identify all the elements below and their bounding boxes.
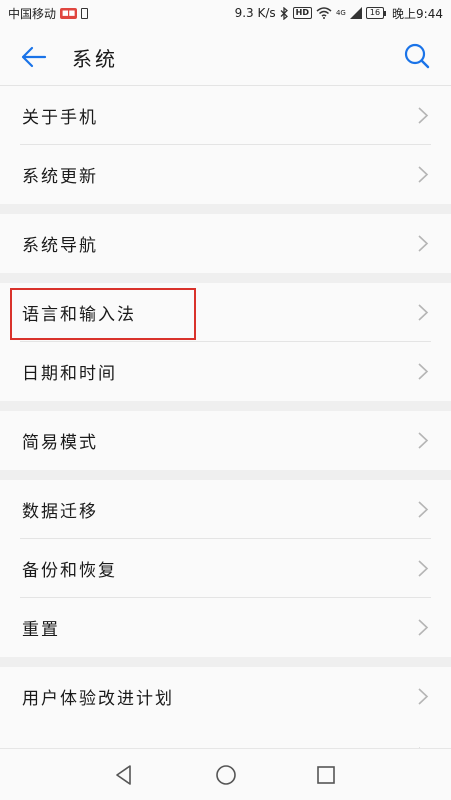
setting-simple-mode[interactable]: 简易模式 <box>0 411 451 470</box>
setting-date-time[interactable]: 日期和时间 <box>0 342 451 401</box>
wifi-icon <box>316 7 332 19</box>
section-divider <box>0 657 451 667</box>
chevron-right-icon <box>418 501 429 518</box>
setting-label: 备份和恢复 <box>22 561 117 581</box>
status-left: 中国移动 ■■ <box>8 5 89 22</box>
square-recents-icon[interactable] <box>312 761 340 789</box>
setting-label: 语言和输入法 <box>22 305 136 325</box>
setting-reset[interactable]: 重置 <box>0 598 451 657</box>
setting-user-experience[interactable]: 用户体验改进计划 <box>0 667 451 726</box>
setting-label: 系统更新 <box>22 167 98 187</box>
search-icon[interactable] <box>403 42 431 70</box>
settings-list: 关于手机 系统更新 系统导航 语言和输入法 日期和时间 简易模式 数据迁移 备份… <box>0 86 451 785</box>
setting-label: 关于手机 <box>22 108 98 128</box>
setting-label: 重置 <box>22 620 60 640</box>
section-divider <box>0 470 451 480</box>
setting-label: 系统导航 <box>22 236 98 256</box>
page-title: 系统 <box>72 47 118 71</box>
chevron-right-icon <box>418 560 429 577</box>
carrier-label: 中国移动 <box>8 6 57 21</box>
triangle-back-icon[interactable] <box>110 761 138 789</box>
circle-home-icon[interactable] <box>212 761 240 789</box>
navigation-bar <box>0 748 451 800</box>
chevron-right-icon <box>418 166 429 183</box>
setting-about-phone[interactable]: 关于手机 <box>0 86 451 145</box>
hd-icon: HD <box>292 7 312 19</box>
chevron-right-icon <box>418 619 429 636</box>
setting-label: 简易模式 <box>22 433 98 453</box>
chevron-right-icon <box>418 107 429 124</box>
notification-badge-icon: ■■ <box>60 7 78 19</box>
setting-data-migration[interactable]: 数据迁移 <box>0 480 451 539</box>
status-right: 9.3 K/s HD 4G 16 晚上9:44 <box>235 5 443 22</box>
bluetooth-icon <box>280 6 288 20</box>
section-divider <box>0 401 451 411</box>
clock: 晚上9:44 <box>392 6 443 21</box>
setting-backup-restore[interactable]: 备份和恢复 <box>0 539 451 598</box>
chevron-right-icon <box>418 304 429 321</box>
setting-label: 日期和时间 <box>22 364 117 384</box>
app-header: 系统 <box>0 26 451 86</box>
sim-icon <box>81 7 89 19</box>
section-divider <box>0 273 451 283</box>
network-speed: 9.3 K/s <box>234 6 276 20</box>
network-type: 4G <box>335 8 346 17</box>
setting-system-navigation[interactable]: 系统导航 <box>0 214 451 273</box>
arrow-left-icon[interactable] <box>18 42 48 72</box>
signal-icon <box>349 7 362 19</box>
setting-system-update[interactable]: 系统更新 <box>0 145 451 204</box>
setting-language-input[interactable]: 语言和输入法 <box>0 283 451 342</box>
chevron-right-icon <box>418 363 429 380</box>
setting-label: 用户体验改进计划 <box>22 689 174 709</box>
status-bar: 中国移动 ■■ 9.3 K/s HD 4G 16 晚上9:44 <box>0 0 451 26</box>
section-divider <box>0 204 451 214</box>
chevron-right-icon <box>418 432 429 449</box>
chevron-right-icon <box>418 688 429 705</box>
chevron-right-icon <box>418 235 429 252</box>
battery-icon: 16 <box>365 7 387 19</box>
setting-label: 数据迁移 <box>22 502 98 522</box>
